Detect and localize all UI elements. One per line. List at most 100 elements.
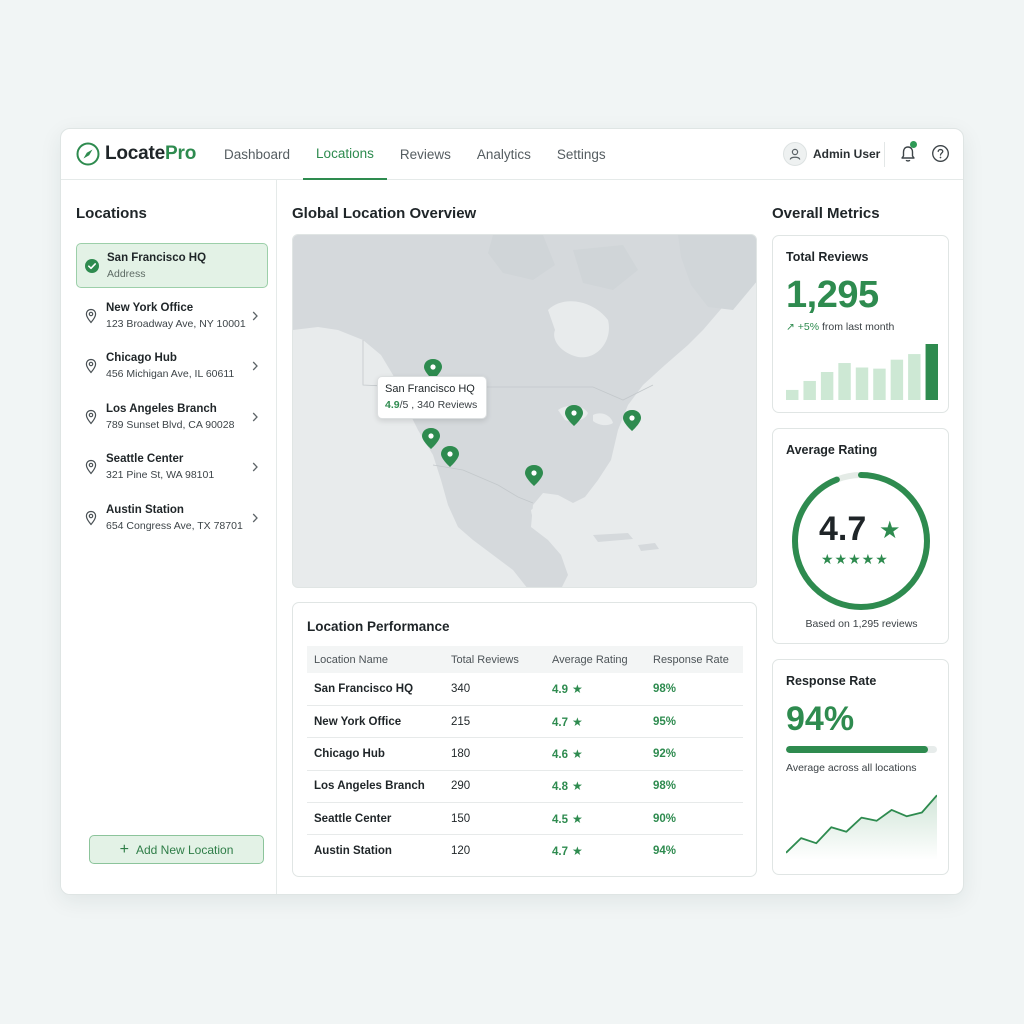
reviews-trend: ↗ +5% from last month bbox=[786, 321, 895, 333]
column-header[interactable]: Average Rating bbox=[545, 646, 646, 673]
cell-rating: 4.5 ★ bbox=[545, 802, 646, 836]
map-canvas bbox=[293, 235, 756, 587]
table-header-row: Location Name Total Reviews Average Rati… bbox=[307, 646, 743, 673]
rating-basis: Based on 1,295 reviews bbox=[805, 618, 918, 630]
tab-reviews[interactable]: Reviews bbox=[387, 129, 464, 180]
cell-response: 98% bbox=[646, 770, 743, 804]
location-name: Los Angeles Branch bbox=[106, 402, 217, 415]
location-address: Address bbox=[107, 268, 146, 280]
tooltip-stats: 4.9/5 , 340 Reviews bbox=[385, 399, 478, 411]
average-rating-card: Average Rating 4.7 ★ ★★★★★ Based on 1,29… bbox=[772, 428, 949, 644]
response-rate-value: 94% bbox=[786, 700, 855, 738]
cell-rating: 4.9 ★ bbox=[545, 673, 646, 706]
review-bar bbox=[855, 367, 869, 400]
performance-title: Location Performance bbox=[307, 619, 450, 634]
location-item-los-angeles[interactable]: Los Angeles Branch 789 Sunset Blvd, CA 9… bbox=[76, 395, 268, 440]
chevron-right-icon bbox=[252, 412, 258, 421]
average-rating-value: 4.7 bbox=[819, 510, 867, 548]
table-row[interactable]: New York Office 215 4.7 ★ 95% bbox=[307, 705, 743, 739]
map-pin-icon bbox=[85, 409, 97, 424]
main-nav: Dashboard Locations Reviews Analytics Se… bbox=[211, 129, 619, 180]
cell-rating: 4.7 ★ bbox=[552, 844, 583, 859]
location-name: New York Office bbox=[106, 301, 194, 314]
user-name: Admin User bbox=[813, 147, 881, 161]
table-row[interactable]: Seattle Center 150 4.5 ★ 90% bbox=[307, 802, 743, 836]
table-row[interactable]: Los Angeles Branch 290 4.8 ★ 98% bbox=[307, 770, 743, 804]
location-item-seattle[interactable]: Seattle Center 321 Pine St, WA 98101 bbox=[76, 445, 268, 490]
tooltip-location-name: San Francisco HQ bbox=[385, 383, 475, 395]
map-section-title: Global Location Overview bbox=[292, 205, 477, 222]
star-icon: ★ bbox=[572, 746, 583, 761]
trend-up-icon: ↗ bbox=[786, 321, 795, 333]
help-icon[interactable] bbox=[931, 144, 950, 163]
response-subtitle: Average across all locations bbox=[786, 762, 917, 774]
logo-text: LocatePro bbox=[105, 143, 197, 164]
column-header[interactable]: Location Name bbox=[307, 646, 444, 673]
reviews-bar-chart bbox=[786, 344, 938, 400]
location-item-san-francisco[interactable]: San Francisco HQ Address bbox=[76, 243, 268, 288]
cell-reviews: 120 bbox=[451, 845, 471, 858]
tab-locations[interactable]: Locations bbox=[303, 129, 387, 180]
cell-rating: 4.7 ★ bbox=[545, 705, 646, 739]
review-bar bbox=[803, 380, 816, 400]
review-bar bbox=[838, 363, 851, 400]
locations-sidebar: Locations San Francisco HQ Address New Y… bbox=[61, 180, 277, 894]
star-icon: ★ bbox=[572, 844, 583, 859]
table-row[interactable]: Austin Station 120 4.7 ★ 94% bbox=[307, 835, 743, 867]
cell-rating: 4.6 ★ bbox=[545, 737, 646, 771]
card-title: Response Rate bbox=[786, 674, 877, 688]
tab-settings[interactable]: Settings bbox=[544, 129, 619, 180]
location-map[interactable]: San Francisco HQ 4.9/5 , 340 Reviews bbox=[292, 234, 757, 588]
cell-reviews: 340 bbox=[444, 673, 545, 706]
card-title: Average Rating bbox=[786, 443, 878, 457]
cell-response: 92% bbox=[646, 737, 743, 771]
location-name: Austin Station bbox=[106, 503, 184, 516]
location-address: 789 Sunset Blvd, CA 90028 bbox=[106, 418, 235, 431]
plus-icon: + bbox=[119, 840, 129, 858]
compass-icon bbox=[76, 142, 100, 166]
table-row[interactable]: San Francisco HQ 340 4.9 ★ 98% bbox=[307, 673, 743, 706]
app-window: LocatePro Dashboard Locations Reviews An… bbox=[60, 128, 964, 895]
avatar bbox=[783, 142, 807, 166]
user-icon bbox=[789, 148, 801, 160]
user-menu[interactable]: Admin User bbox=[783, 142, 880, 166]
map-pin-icon bbox=[85, 358, 97, 374]
location-name: San Francisco HQ bbox=[107, 252, 207, 264]
location-item-austin[interactable]: Austin Station 654 Congress Ave, TX 7870… bbox=[76, 496, 268, 541]
cell-location: Los Angeles Branch bbox=[307, 770, 444, 804]
total-reviews-card: Total Reviews 1,295 ↗ +5% from last mont… bbox=[772, 235, 949, 413]
header-divider bbox=[884, 142, 885, 167]
card-title: Total Reviews bbox=[786, 250, 869, 264]
map-pin-icon bbox=[85, 510, 97, 525]
star-rating-row: ★★★★★ bbox=[821, 551, 889, 567]
map-pin-icon bbox=[85, 459, 97, 475]
location-item-chicago[interactable]: Chicago Hub 456 Michigan Ave, IL 60611 bbox=[76, 344, 268, 389]
cell-location: Chicago Hub bbox=[307, 737, 444, 771]
tab-analytics[interactable]: Analytics bbox=[464, 129, 544, 180]
location-item-new-york[interactable]: New York Office 123 Broadway Ave, NY 100… bbox=[76, 294, 268, 339]
table-row[interactable]: Chicago Hub 180 4.6 ★ 92% bbox=[307, 737, 743, 771]
cell-reviews: 180 bbox=[444, 737, 545, 771]
tab-dashboard[interactable]: Dashboard bbox=[211, 129, 303, 180]
cell-response: 90% bbox=[646, 802, 743, 836]
notification-dot bbox=[910, 141, 917, 148]
star-icon: ★ bbox=[572, 811, 583, 826]
performance-table: Location Name Total Reviews Average Rati… bbox=[307, 646, 743, 867]
logo[interactable]: LocatePro bbox=[76, 142, 196, 166]
star-icon: ★ bbox=[572, 681, 583, 696]
chevron-right-icon bbox=[252, 513, 258, 522]
location-name: Chicago Hub bbox=[106, 352, 177, 364]
column-header[interactable]: Total Reviews bbox=[444, 646, 545, 673]
cell-location: Austin Station bbox=[314, 845, 392, 858]
total-reviews-value: 1,295 bbox=[786, 274, 879, 316]
cell-rating: 4.8 ★ bbox=[545, 770, 646, 804]
review-bar bbox=[820, 372, 834, 400]
review-bar bbox=[786, 389, 799, 400]
star-icon: ★ bbox=[572, 779, 583, 794]
column-header[interactable]: Response Rate bbox=[646, 646, 743, 673]
cell-location: New York Office bbox=[307, 705, 444, 739]
metrics-title: Overall Metrics bbox=[772, 205, 880, 222]
review-bar bbox=[925, 344, 938, 400]
star-icon: ★ bbox=[572, 714, 583, 729]
add-location-button[interactable]: + Add New Location bbox=[89, 835, 264, 864]
